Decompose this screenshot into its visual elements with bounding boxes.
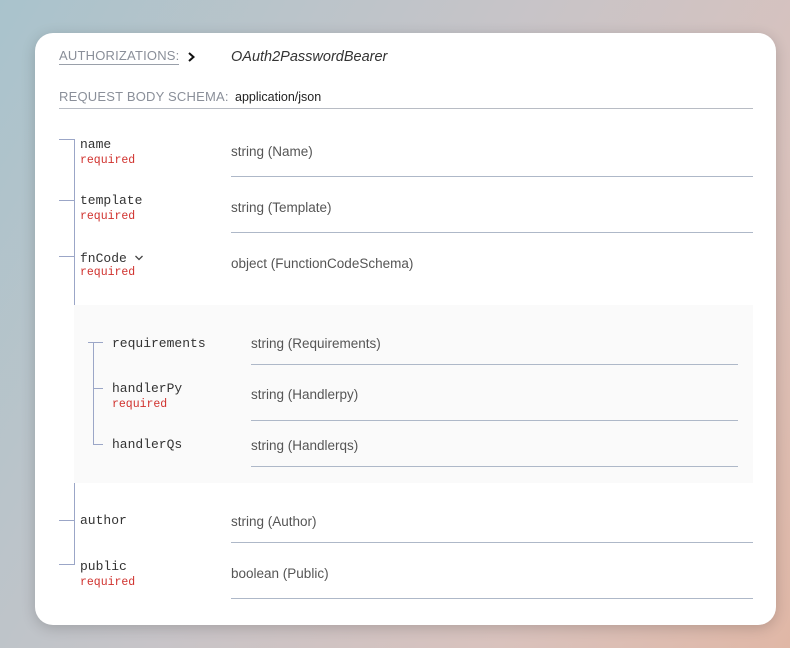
authorization-scheme: OAuth2PasswordBearer xyxy=(231,49,388,65)
request-body-schema-label: REQUEST BODY SCHEMA: xyxy=(59,89,229,104)
field-type-template: string (Template) xyxy=(231,200,332,215)
authorizations-label: AUTHORIZATIONS: xyxy=(59,48,180,65)
field-type-handlerpy: string (Handlerpy) xyxy=(251,387,359,402)
field-name-name: name xyxy=(80,137,112,152)
required-badge: required xyxy=(80,210,136,223)
field-divider xyxy=(231,232,753,233)
field-divider xyxy=(231,176,753,177)
tree-tick-template xyxy=(59,200,74,201)
nested-schema-fncode: requirements string (Requirements) handl… xyxy=(74,305,753,483)
field-name-handlerpy: handlerPy xyxy=(112,381,183,396)
tree-tick-handlerqs xyxy=(93,444,103,445)
field-name-requirements: requirements xyxy=(112,336,206,351)
field-type-requirements: string (Requirements) xyxy=(251,336,381,351)
field-type-public: boolean (Public) xyxy=(231,566,329,581)
fncode-toggle[interactable]: fnCode xyxy=(80,249,144,267)
request-body-schema: REQUEST BODY SCHEMA: application/json xyxy=(59,89,753,109)
content-type-value: application/json xyxy=(235,90,322,104)
required-badge: required xyxy=(80,266,136,279)
tree-tick-handlerpy xyxy=(93,388,103,389)
chevron-down-icon xyxy=(135,255,144,261)
field-name-handlerqs: handlerQs xyxy=(112,437,183,452)
tree-tick-requirements xyxy=(88,342,103,343)
field-divider xyxy=(231,598,753,599)
required-badge: required xyxy=(80,576,136,589)
required-badge: required xyxy=(80,154,136,167)
tree-line-nested xyxy=(93,342,94,444)
chevron-right-icon xyxy=(188,51,196,62)
field-divider xyxy=(251,420,738,421)
field-type-author: string (Author) xyxy=(231,514,317,529)
tree-tick-public xyxy=(59,564,74,565)
tree-tick-fncode xyxy=(59,256,74,257)
field-divider xyxy=(231,542,753,543)
field-type-name: string (Name) xyxy=(231,144,313,159)
field-divider xyxy=(251,364,738,365)
tree-tick-name xyxy=(59,139,74,140)
field-name-fncode: fnCode xyxy=(80,251,127,266)
field-type-fncode: object (FunctionCodeSchema) xyxy=(231,256,414,271)
authorizations-toggle[interactable]: AUTHORIZATIONS: xyxy=(59,48,197,65)
schema-card: AUTHORIZATIONS: OAuth2PasswordBearer REQ… xyxy=(35,33,776,625)
field-divider xyxy=(251,466,738,467)
required-badge: required xyxy=(112,398,168,411)
field-name-template: template xyxy=(80,193,143,208)
field-type-handlerqs: string (Handlerqs) xyxy=(251,438,359,453)
field-name-author: author xyxy=(80,513,127,528)
tree-tick-author xyxy=(59,520,74,521)
field-name-public: public xyxy=(80,559,127,574)
